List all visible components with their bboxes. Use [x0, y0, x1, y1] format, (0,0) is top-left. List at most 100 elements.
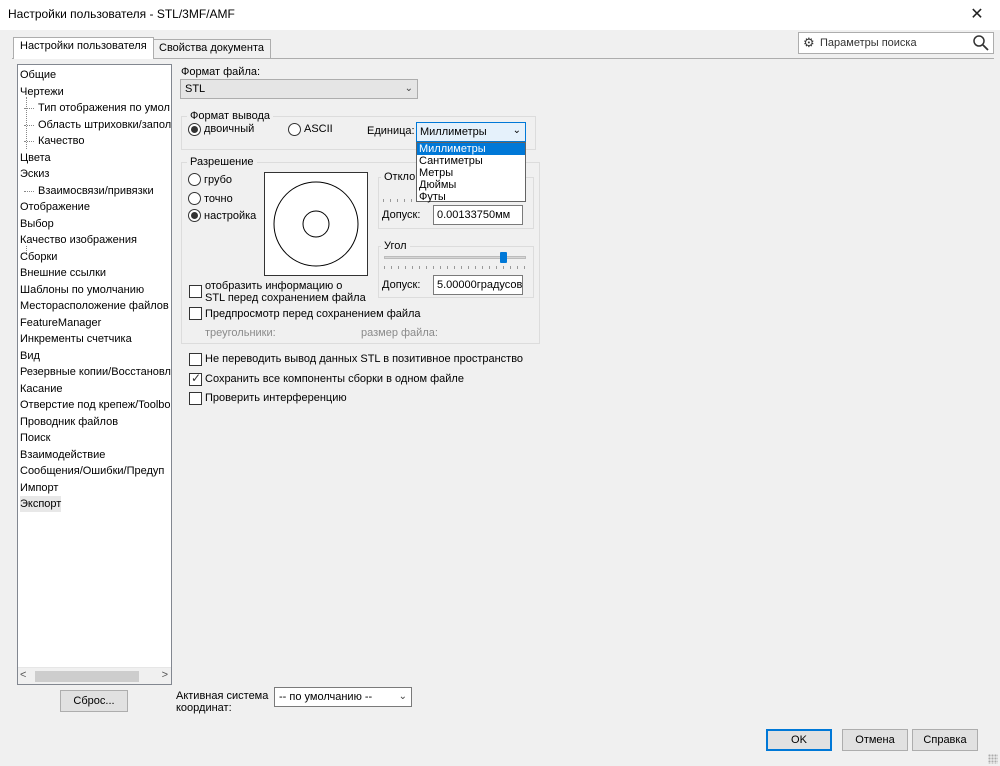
tab-divider — [12, 58, 994, 59]
chevron-down-icon: ⌄ — [512, 125, 521, 136]
file-format-select[interactable]: STL ⌄ — [180, 79, 418, 99]
gear-icon[interactable]: ⚙ — [803, 35, 815, 51]
title-bar: Настройки пользователя - STL/3MF/AMF ✕ — [0, 0, 1000, 30]
tree-item[interactable]: Область штриховки/запол — [24, 117, 172, 133]
angle-tolerance-label: Допуск: — [382, 279, 421, 291]
search-icon[interactable] — [972, 34, 990, 55]
no-positive-space-checkbox[interactable] — [189, 353, 202, 366]
check-interference-checkbox[interactable] — [189, 392, 202, 405]
check-interference-label: Проверить интерференцию — [205, 392, 347, 404]
cancel-button[interactable]: Отмена — [842, 729, 908, 751]
tree-item-label: Взаимосвязи/привязки — [38, 184, 154, 197]
help-button[interactable]: Справка — [912, 729, 978, 751]
file-size-label: размер файла: — [361, 327, 438, 339]
preview-checkbox[interactable] — [189, 307, 202, 320]
file-format-value: STL — [185, 83, 206, 95]
unit-option-cm[interactable]: Сантиметры — [417, 155, 525, 167]
output-format-title: Формат вывода — [187, 110, 274, 122]
unit-option-mm[interactable]: Миллиметры — [417, 143, 525, 155]
tree-item[interactable]: Экспорт — [20, 496, 62, 512]
tree-item[interactable]: Чертежи — [20, 84, 64, 100]
angle-title: Угол — [381, 240, 410, 252]
coord-system-label-2: координат: — [176, 702, 232, 714]
tree-item[interactable]: Сообщения/Ошибки/Предуп — [20, 463, 164, 479]
search-input[interactable]: ⚙ Параметры поиска — [798, 32, 994, 54]
tree-item[interactable]: Отверстие под крепеж/Toolbo — [20, 397, 171, 413]
preview-label: Предпросмотр перед сохранением файла — [205, 308, 421, 320]
resize-grip[interactable] — [988, 754, 998, 764]
unit-option-in[interactable]: Дюймы — [417, 179, 525, 191]
search-placeholder: Параметры поиска — [820, 37, 917, 49]
tree-item[interactable]: Качество — [24, 133, 85, 149]
horizontal-scrollbar[interactable]: < > — [18, 667, 171, 684]
show-info-checkbox[interactable] — [189, 285, 202, 298]
custom-radio[interactable] — [188, 209, 201, 222]
coarse-radio[interactable] — [188, 173, 201, 186]
unit-select[interactable]: Миллиметры ⌄ — [416, 122, 526, 142]
angle-slider-thumb[interactable] — [500, 252, 507, 263]
mesh-preview — [264, 172, 368, 276]
tree-item[interactable]: Импорт — [20, 480, 58, 496]
chevron-down-icon: ⌄ — [404, 83, 413, 94]
save-all-components-label: Сохранить все компоненты сборки в одном … — [205, 373, 464, 385]
close-button[interactable]: ✕ — [954, 0, 1000, 30]
tree-item[interactable]: Эскиз — [20, 166, 49, 182]
ok-button[interactable]: OK — [766, 729, 832, 751]
tab-user-settings[interactable]: Настройки пользователя — [13, 37, 154, 59]
coord-system-label-1: Активная система — [176, 690, 269, 702]
tree-item[interactable]: Качество изображения — [20, 232, 137, 248]
tree-item[interactable]: Проводник файлов — [20, 414, 118, 430]
coord-system-value: -- по умолчанию -- — [279, 691, 373, 703]
no-positive-space-label: Не переводить вывод данных STL в позитив… — [205, 353, 524, 365]
tree-item[interactable]: Внешние ссылки — [20, 265, 106, 281]
file-format-label: Формат файла: — [181, 66, 261, 78]
show-info-label-2: STL перед сохранением файла — [205, 292, 366, 304]
coarse-label: грубо — [204, 174, 233, 186]
deviation-tolerance-input[interactable]: 0.00133750мм — [433, 205, 523, 225]
tab-document-properties[interactable]: Свойства документа — [152, 39, 271, 58]
scroll-thumb[interactable] — [35, 671, 139, 682]
unit-option-m[interactable]: Метры — [417, 167, 525, 179]
tree-item[interactable]: Отображение — [20, 199, 90, 215]
fine-label: точно — [204, 193, 233, 205]
tree-item[interactable]: Касание — [20, 381, 62, 397]
save-all-components-checkbox[interactable] — [189, 371, 202, 386]
tree-item[interactable]: Поиск — [20, 430, 50, 446]
ascii-label: ASCII — [304, 123, 333, 135]
binary-label: двоичный — [204, 123, 255, 135]
reset-button[interactable]: Сброс... — [60, 690, 128, 712]
tree-item[interactable]: Тип отображения по умол — [24, 100, 170, 116]
tree-connector — [24, 124, 34, 126]
custom-label: настройка — [204, 210, 257, 222]
settings-tree[interactable]: Общие Чертежи Тип отображения по умол Облас… — [17, 64, 172, 685]
tree-item-label: Тип отображения по умол — [38, 102, 170, 114]
tree-item[interactable]: Выбор — [20, 216, 54, 232]
binary-radio[interactable] — [188, 123, 201, 136]
tree-item[interactable]: Взаимодействие — [20, 447, 105, 463]
tree-item-label: Качество — [38, 135, 85, 147]
tree-item[interactable]: Шаблоны по умолчанию — [20, 282, 144, 298]
tree-item[interactable]: Резервные копии/Восстановл — [20, 364, 171, 380]
unit-option-ft[interactable]: Футы — [417, 191, 525, 203]
tree-connector — [24, 108, 34, 109]
tree-item[interactable]: Взаимосвязи/привязки — [24, 183, 154, 199]
fine-radio[interactable] — [188, 192, 201, 205]
angle-slider-ticks — [384, 266, 526, 269]
window-title: Настройки пользователя - STL/3MF/AMF — [8, 7, 235, 21]
unit-dropdown-list[interactable]: Миллиметры Сантиметры Метры Дюймы Футы — [416, 142, 526, 203]
scroll-left-icon[interactable]: < — [20, 669, 26, 681]
tree-item[interactable]: Инкременты счетчика — [20, 331, 132, 347]
tree-item[interactable]: Общие — [20, 67, 56, 83]
ascii-radio[interactable] — [288, 123, 301, 136]
angle-tolerance-input[interactable]: 5.00000градусов — [433, 275, 523, 295]
tree-item[interactable]: Цвета — [20, 150, 51, 166]
tree-item[interactable]: Месторасположение файлов — [20, 298, 169, 314]
coord-system-select[interactable]: -- по умолчанию -- ⌄ — [274, 687, 412, 707]
tree-item[interactable]: FeatureManager — [20, 315, 101, 331]
scroll-right-icon[interactable]: > — [162, 669, 168, 681]
tree-connector — [24, 190, 34, 192]
tree-item[interactable]: Сборки — [20, 249, 57, 265]
tree-item[interactable]: Вид — [20, 348, 40, 364]
tree-item-label: Область штриховки/запол — [38, 118, 172, 131]
triangles-label: треугольники: — [205, 327, 276, 339]
